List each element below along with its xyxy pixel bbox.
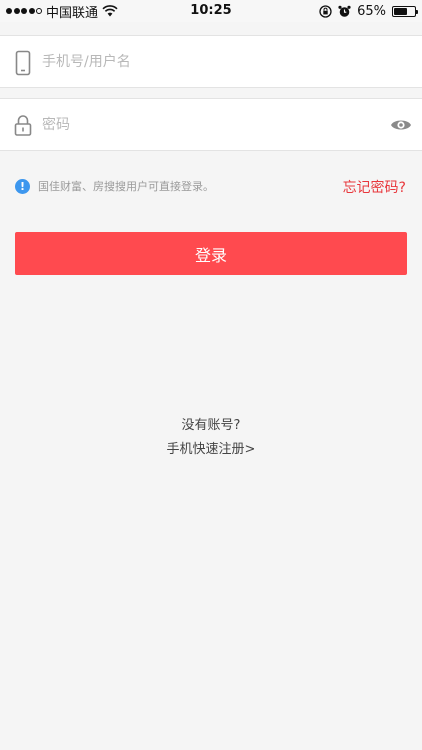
username-field — [0, 35, 422, 88]
notice-text: 国佳财富、房搜搜用户可直接登录。 — [38, 180, 214, 193]
forgot-password-link[interactable]: 忘记密码? — [343, 177, 406, 197]
login-button[interactable]: 登录 — [15, 232, 407, 275]
eye-icon[interactable] — [390, 116, 412, 134]
quick-register-link[interactable]: 手机快速注册> — [0, 438, 422, 457]
phone-icon — [15, 50, 31, 76]
info-icon: ! — [15, 178, 30, 194]
battery-icon — [392, 5, 418, 17]
rotation-lock-icon — [319, 4, 332, 18]
password-input[interactable] — [42, 109, 372, 141]
lock-icon — [14, 115, 32, 136]
alarm-icon — [338, 5, 351, 17]
battery-percent: 65% — [357, 3, 386, 19]
battery-fill — [394, 7, 407, 15]
username-input[interactable] — [42, 46, 372, 78]
password-field — [0, 98, 422, 151]
status-bar-right: 65% — [319, 0, 418, 22]
login-notice: ! 国佳财富、房搜搜用户可直接登录。 — [15, 178, 214, 194]
no-account-prompt: 没有账号? — [181, 418, 241, 433]
status-bar: 中国联通 10:25 65% — [0, 0, 422, 22]
